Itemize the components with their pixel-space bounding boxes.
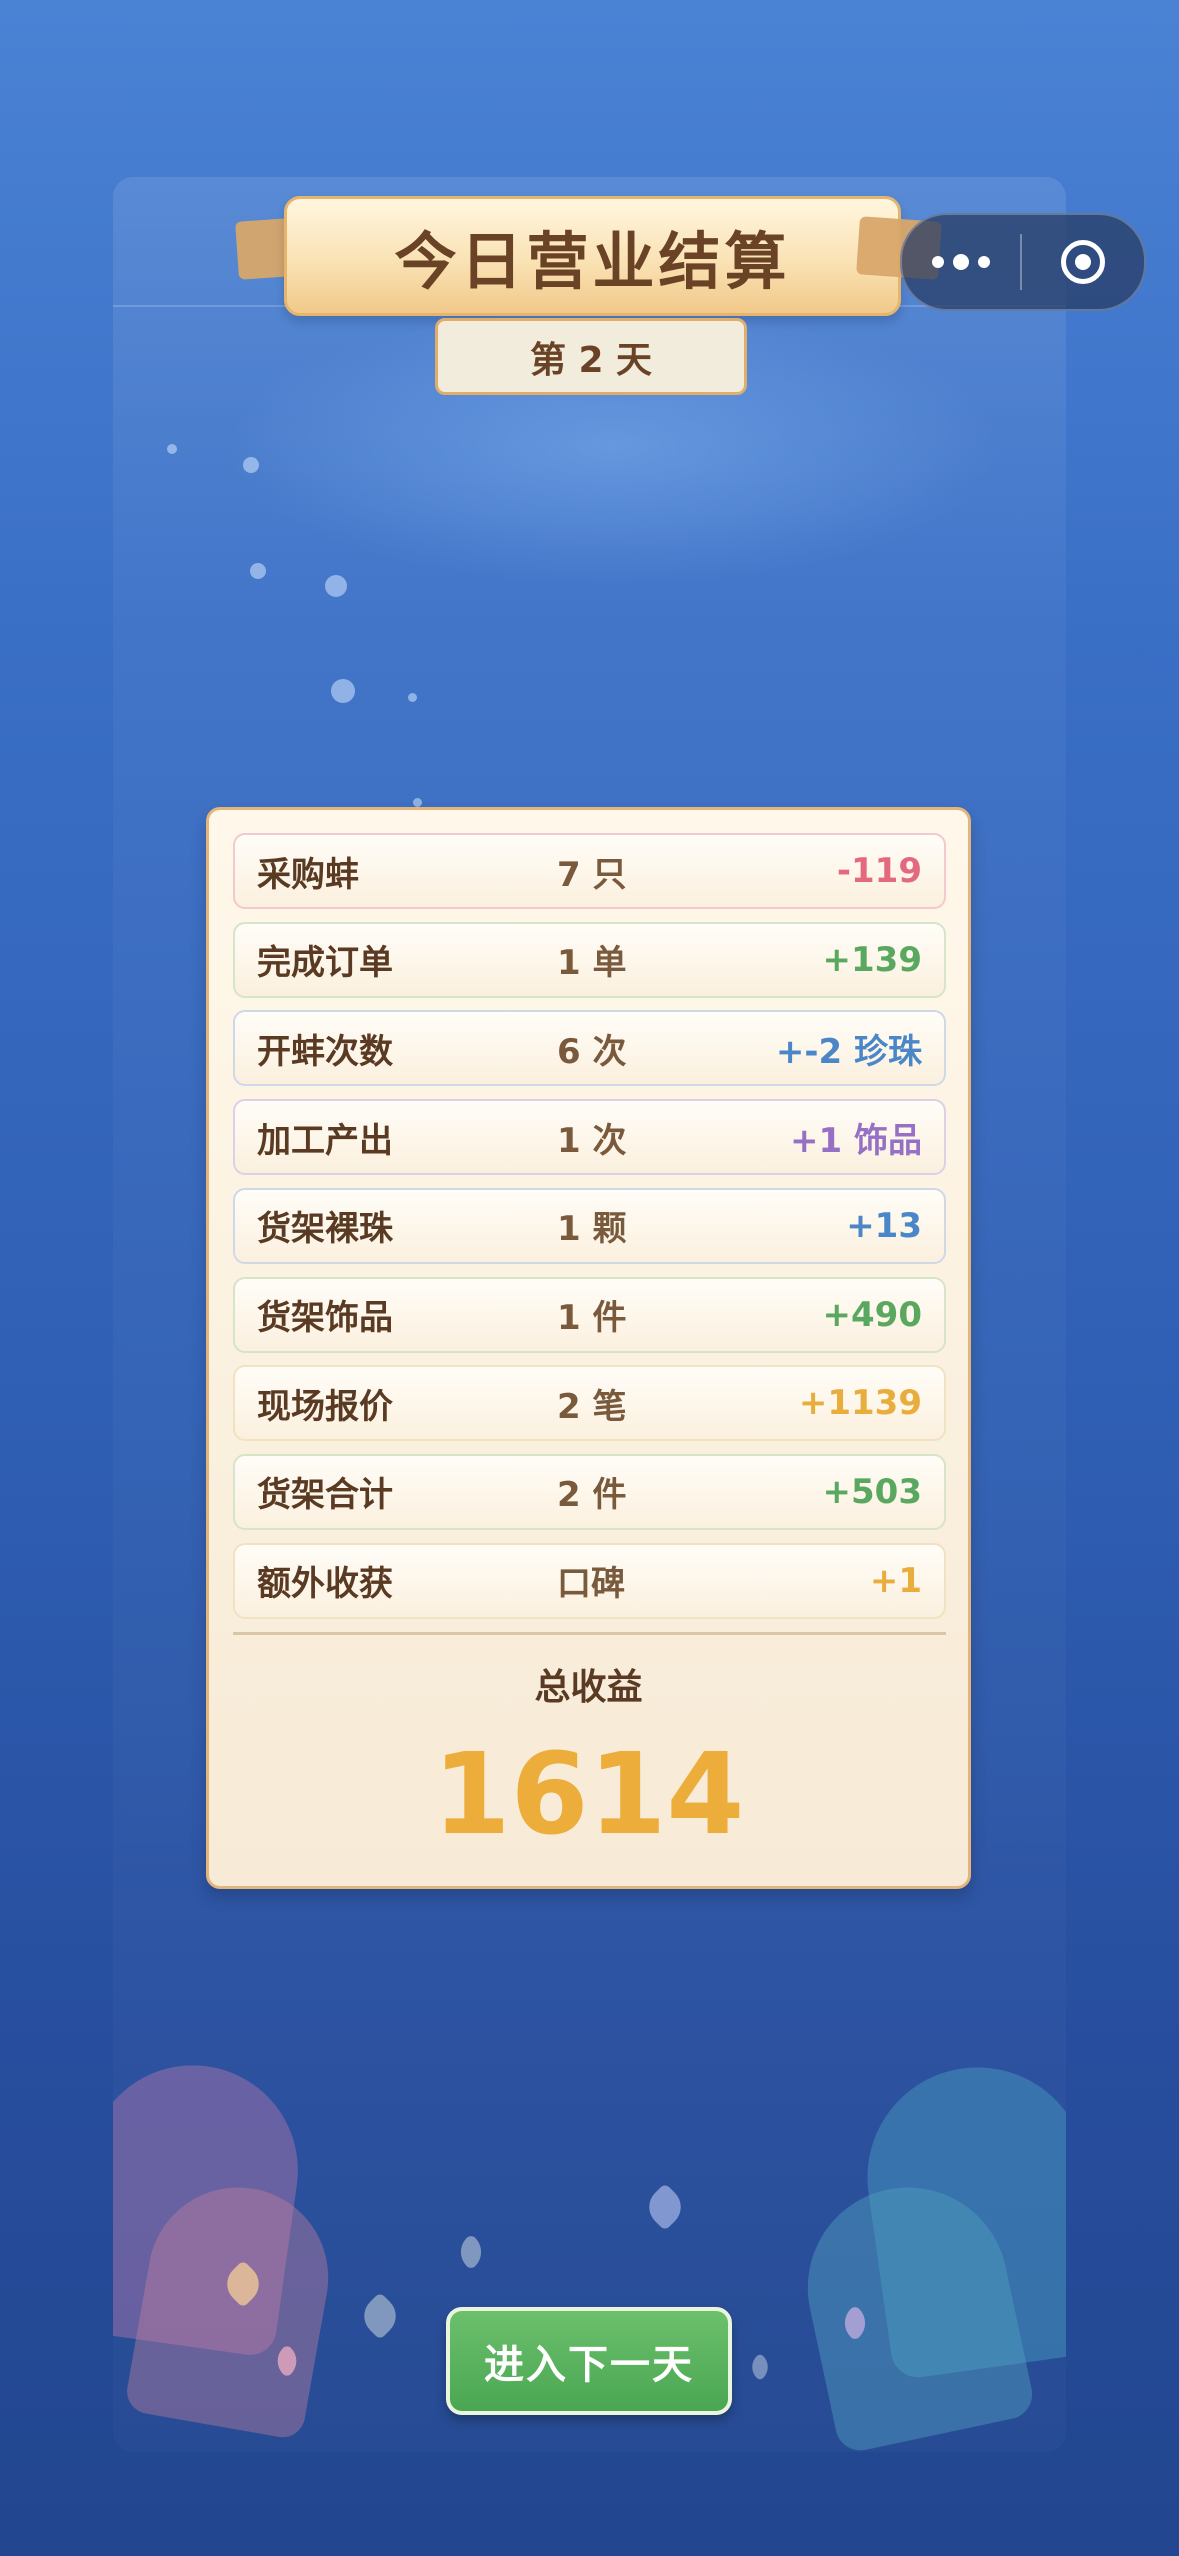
bubble — [325, 575, 347, 597]
bubble — [408, 693, 417, 702]
bubble — [167, 444, 177, 454]
next-day-button[interactable]: 进入下一天 — [446, 2307, 732, 2415]
result-row: 现场报价 2 笔 +1139 — [233, 1365, 946, 1442]
result-label: 完成订单 — [257, 943, 393, 984]
day-badge: 第 2 天 — [435, 318, 747, 395]
total-label: 总收益 — [534, 1667, 643, 1708]
result-value: +13 — [846, 1205, 922, 1246]
result-row: 货架合计 2 件 +503 — [233, 1453, 946, 1530]
result-quantity: 1 次 — [557, 1120, 627, 1161]
mini-program-capsule — [900, 213, 1146, 311]
settlement-card: 总收益 1614 采购蚌 7 只 -119 完成订单 1 单 +139 开蚌次数 6 次 +-2… — [206, 807, 971, 1889]
result-row: 额外收获 口碑 +1 — [233, 1542, 946, 1619]
result-value: +1139 — [798, 1383, 922, 1424]
more-dots-icon[interactable] — [902, 215, 1020, 309]
result-label: 货架合计 — [257, 1475, 393, 1516]
card-divider — [233, 1632, 946, 1635]
result-value: +1 — [869, 1560, 922, 1601]
result-label: 货架饰品 — [257, 1298, 393, 1338]
target-close-icon[interactable] — [1022, 240, 1144, 284]
title-banner: 今日营业结算 — [284, 196, 901, 316]
bubble — [413, 798, 422, 807]
bubble — [331, 679, 355, 703]
page-title: 今日营业结算 — [394, 225, 791, 298]
result-row: 开蚌次数 6 次 +-2 珍珠 — [233, 1010, 946, 1087]
bubble — [250, 563, 266, 579]
result-quantity: 1 件 — [557, 1298, 627, 1338]
result-quantity: 2 件 — [557, 1475, 627, 1516]
fish-icon — [745, 2352, 775, 2382]
result-row: 货架饰品 1 件 +490 — [233, 1276, 946, 1353]
result-quantity: 6 次 — [557, 1031, 627, 1072]
result-quantity: 7 只 — [557, 854, 627, 895]
result-row: 采购蚌 7 只 -119 — [233, 833, 946, 909]
fish-icon — [355, 2291, 405, 2341]
result-quantity: 2 笔 — [557, 1386, 627, 1427]
total-value: 1614 — [432, 1730, 745, 1860]
result-quantity: 1 颗 — [557, 1209, 627, 1250]
result-row: 加工产出 1 次 +1 饰品 — [233, 1099, 946, 1176]
result-label: 加工产出 — [257, 1120, 393, 1161]
result-label: 现场报价 — [257, 1386, 393, 1427]
result-value: +-2 珍珠 — [775, 1031, 922, 1072]
fish-icon — [640, 2182, 690, 2232]
result-quantity: 1 单 — [557, 943, 627, 984]
result-label: 采购蚌 — [257, 854, 359, 895]
result-row: 完成订单 1 单 +139 — [233, 921, 946, 998]
fish-icon — [452, 2233, 490, 2271]
result-quantity: 口碑 — [557, 1564, 625, 1605]
result-value: +139 — [822, 939, 922, 980]
result-value: +1 饰品 — [790, 1120, 922, 1161]
result-label: 货架裸珠 — [257, 1209, 393, 1250]
result-row: 货架裸珠 1 颗 +13 — [233, 1187, 946, 1264]
result-value: -119 — [836, 851, 922, 891]
result-value: +503 — [822, 1471, 922, 1512]
result-label: 额外收获 — [257, 1564, 393, 1605]
result-value: +490 — [822, 1294, 922, 1335]
result-label: 开蚌次数 — [257, 1031, 393, 1072]
bubble — [243, 457, 259, 473]
